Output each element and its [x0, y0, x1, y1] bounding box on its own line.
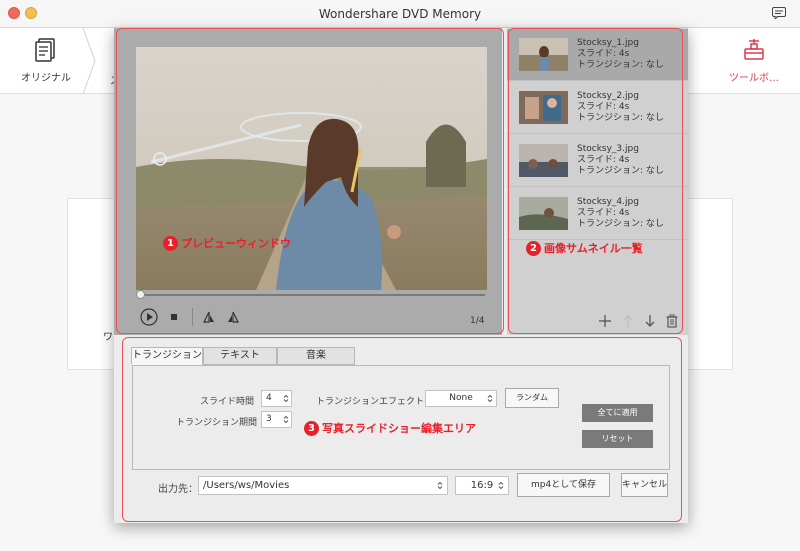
breadcrumb-chevron	[82, 28, 96, 94]
tab-toolbox-label: ツールボ…	[729, 73, 779, 84]
annotation-preview: 1 プレビューウィンドウ	[163, 235, 291, 251]
title-bar: Wondershare DVD Memory	[0, 0, 800, 28]
tab-toolbox[interactable]: ツールボ…	[724, 38, 784, 84]
annotation-number: 1	[163, 235, 178, 251]
document-stack-icon	[35, 38, 55, 62]
feedback-icon[interactable]	[772, 7, 786, 19]
annotation-number: 3	[304, 420, 319, 436]
window-title: Wondershare DVD Memory	[318, 7, 482, 21]
annotation-text: 写真スライドショー編集エリア	[322, 422, 476, 435]
toolbox-icon	[744, 39, 764, 60]
annotation-text: プレビューウィンドウ	[181, 237, 291, 250]
annotation-box-thumbnails	[508, 28, 683, 334]
annotation-editor: 3 写真スライドショー編集エリア	[304, 420, 476, 436]
annotation-box-preview	[116, 28, 504, 334]
tab-original[interactable]: オリジナル	[20, 38, 72, 84]
tab-original-label: オリジナル	[21, 73, 71, 84]
annotation-number: 2	[526, 240, 541, 256]
annotation-thumbnails: 2 画像サムネイル一覧	[526, 240, 643, 256]
annotation-text: 画像サムネイル一覧	[544, 242, 643, 255]
